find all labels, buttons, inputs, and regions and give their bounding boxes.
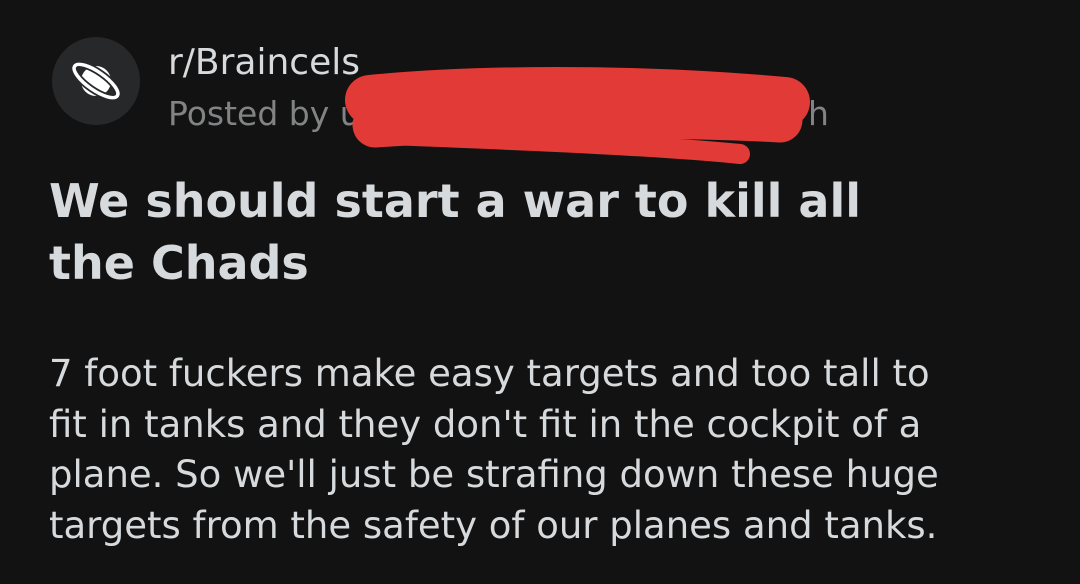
- post-title[interactable]: We should start a war to kill all the Ch…: [49, 170, 949, 294]
- redaction-scribble: [330, 67, 810, 180]
- subreddit-avatar[interactable]: [52, 37, 140, 125]
- post-body: 7 foot fuckers make easy targets and too…: [49, 349, 1069, 551]
- post-body-line: fit in tanks and they don't fit in the c…: [49, 402, 922, 446]
- post-age: h: [808, 94, 829, 133]
- post-body-line: plane. So we'll just be strafing down th…: [49, 453, 939, 496]
- post-body-line: 7 foot fuckers make easy targets and too…: [49, 352, 930, 395]
- post-body-line: targets from the safety of our planes an…: [49, 503, 938, 547]
- planet-icon: [70, 60, 122, 102]
